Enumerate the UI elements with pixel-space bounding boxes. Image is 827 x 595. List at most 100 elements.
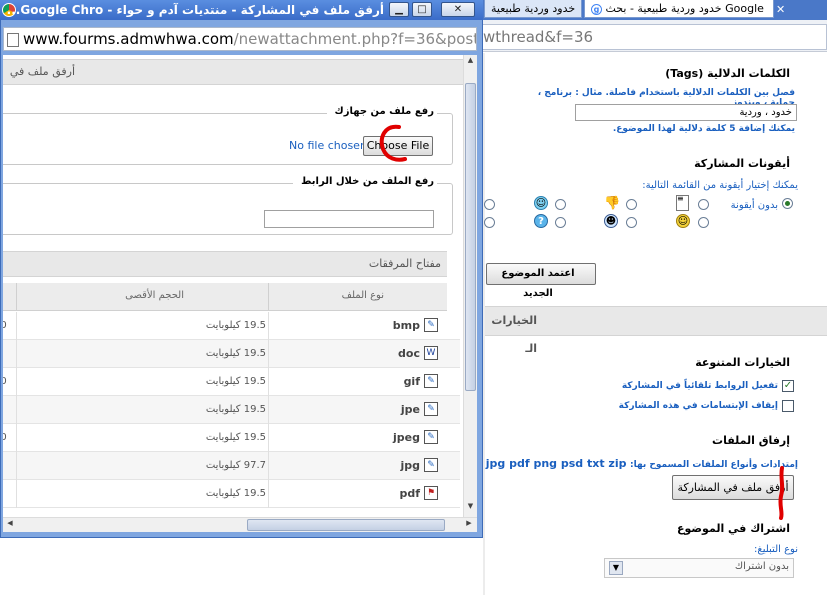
upload-url-input[interactable] [264, 210, 434, 228]
icon-radio[interactable] [555, 217, 566, 228]
popup-address-bar[interactable]: www.fourms.admwhwa.com/newattachment.php… [3, 27, 477, 51]
misc-options-title: الخيارات المتنوعة [695, 356, 790, 369]
horizontal-scrollbar[interactable]: ◀ ▶ [3, 517, 477, 532]
table-row: -19.5 كيلوبايتjpe✎ [3, 396, 460, 424]
popup-titlebar: أرفق ملف في المشاركة - منتديات آدم و حوا… [0, 0, 483, 20]
tab-label: خدود وردية طبيعية [491, 2, 576, 15]
scroll-right-icon[interactable]: ▶ [463, 519, 475, 531]
extension-cell: gif [403, 375, 420, 388]
icon-radio[interactable] [484, 217, 495, 228]
maximize-button[interactable]: □ [412, 2, 432, 17]
image-file-icon: ✎ [424, 430, 438, 444]
close-tab-icon[interactable]: ✕ [776, 3, 785, 16]
tags-input[interactable]: خدود ، وردية [575, 104, 797, 121]
scroll-left-icon[interactable]: ◀ [4, 519, 16, 531]
popup-header-title: أرفق ملف في [9, 65, 75, 78]
background-address-bar[interactable]: wthread&f=36 [480, 24, 827, 50]
subscribe-title: اشتراك في الموضوع [677, 522, 790, 535]
column-divider [268, 396, 269, 424]
column-divider [268, 340, 269, 368]
table-row: 20 19.5 كيلوبايت bmp ✎ [3, 312, 460, 340]
tags-title: الكلمات الدلالية (Tags) [665, 67, 790, 80]
column-divider [16, 312, 17, 340]
disable-smilies-checkbox[interactable] [782, 400, 794, 412]
upload-computer-legend: رفع ملف من جهازك [327, 106, 437, 117]
scroll-down-icon[interactable]: ▼ [465, 502, 476, 514]
column-divider [16, 368, 17, 396]
close-button[interactable]: ✕ [441, 2, 475, 17]
table-row: 20 19.5 كيلوبايت gif ✎ [3, 368, 460, 396]
note-icon: ≡ [676, 195, 689, 211]
page-icon [7, 32, 19, 47]
tags-limit-note: يمكنك إضافة 5 كلمة دلالية لهذا الموضوع. [612, 124, 795, 134]
minimize-button[interactable]: ▁ [389, 2, 409, 17]
column-divider [16, 340, 17, 368]
sunglasses-smiley-icon: ☻ [604, 214, 618, 228]
post-icons-hint: يمكنك إختيار أيقونة من القائمة التالية: [642, 180, 798, 191]
url-tail: wthread&f=36 [483, 28, 594, 46]
table-row: 20 19.5 كيلوبايت jpeg ✎ [3, 424, 460, 452]
size-cell: 19.5 كيلوبايت [205, 348, 266, 359]
extra-cell: 20 [3, 320, 7, 331]
post-icons-title: أيقونات المشاركة [694, 157, 790, 170]
background-tab-strip: خدود وردية طبيعية g خدود وردية طبيعية - … [480, 0, 827, 20]
image-file-icon: ✎ [424, 318, 438, 332]
column-divider [16, 424, 17, 452]
table-row: -19.5 كيلوبايتpdf⚑ [3, 480, 460, 508]
popup-content: أرفق ملف في رفع ملف من جهازك No file cho… [3, 55, 463, 517]
icon-radio[interactable] [626, 199, 637, 210]
cool-smiley-icon: ☺ [534, 196, 548, 210]
extension-cell: jpg [400, 459, 420, 472]
vertical-scroll-thumb[interactable] [465, 83, 476, 391]
attachments-table: نوع الملف الحجم الأقصى 20 19.5 كيلوبايت bm… [3, 283, 460, 513]
popup-title: أرفق ملف في المشاركة - منتديات آدم و حوا… [6, 3, 384, 17]
image-file-icon: ✎ [424, 458, 438, 472]
table-row: -19.5 كيلوبايتdocW [3, 340, 460, 368]
horizontal-scroll-thumb[interactable] [247, 519, 445, 531]
submit-new-thread-button[interactable]: اعتمد الموضوع الجديد [486, 263, 596, 299]
extension-cell: bmp [392, 319, 420, 332]
icon-radio[interactable] [698, 217, 709, 228]
icon-radio[interactable] [626, 217, 637, 228]
no-icon-label: بدون أيقونة [730, 200, 778, 211]
extra-cell: 20 [3, 432, 7, 443]
table-row: -97.7 كيلوبايتjpg✎ [3, 452, 460, 480]
icon-radio[interactable] [484, 199, 495, 210]
notify-type-label: نوع التبليغ: [754, 544, 798, 555]
icon-radio[interactable] [698, 199, 709, 210]
options-bar: الخيارات الـ [485, 306, 827, 355]
size-cell: 19.5 كيلوبايت [205, 320, 266, 331]
chevron-down-icon[interactable]: ▼ [609, 561, 623, 575]
column-divider [268, 368, 269, 396]
column-divider [268, 452, 269, 480]
column-divider [268, 424, 269, 452]
image-file-icon: ✎ [424, 374, 438, 388]
column-divider [268, 480, 269, 508]
allowed-types-line: إمتدادات وأنواع الملفات المسموح بها: jpe… [432, 457, 798, 470]
column-divider [268, 312, 269, 340]
icon-radio[interactable] [555, 199, 566, 210]
extension-cell: jpe [400, 403, 420, 416]
url-path: /newattachment.php?f=36&poststa [233, 30, 477, 48]
table-header: نوع الملف الحجم الأقصى [3, 283, 447, 311]
extension-cell: doc [398, 347, 420, 360]
disable-smilies-label: إيقاف الإبتسامات في هذه المشاركة [618, 401, 778, 411]
tab-label: خدود وردية طبيعية - بحث Google [605, 2, 764, 15]
tab-background-1[interactable]: خدود وردية طبيعية [484, 0, 582, 18]
vertical-scrollbar[interactable]: ▲ ▼ [463, 55, 477, 517]
extension-cell: pdf [399, 487, 420, 500]
column-divider [16, 283, 17, 311]
auto-links-checkbox[interactable]: ✓ [782, 380, 794, 392]
tab-google-search[interactable]: g خدود وردية طبيعية - بحث Google [584, 0, 774, 18]
image-file-icon: ✎ [424, 402, 438, 416]
column-header-type: نوع الملف [341, 290, 384, 301]
no-file-chosen-text: No file chosen [289, 139, 367, 152]
popup-header-bar: أرفق ملف في [3, 59, 463, 85]
scroll-up-icon[interactable]: ▲ [465, 56, 476, 68]
size-cell: 19.5 كيلوبايت [205, 404, 266, 415]
upload-url-legend: رفع الملف من خلال الرابط [293, 176, 437, 187]
column-divider [16, 452, 17, 480]
no-icon-radio[interactable] [782, 198, 793, 209]
subscribe-select[interactable]: بدون اشتراك ▼ [604, 558, 794, 578]
column-divider [16, 480, 17, 508]
